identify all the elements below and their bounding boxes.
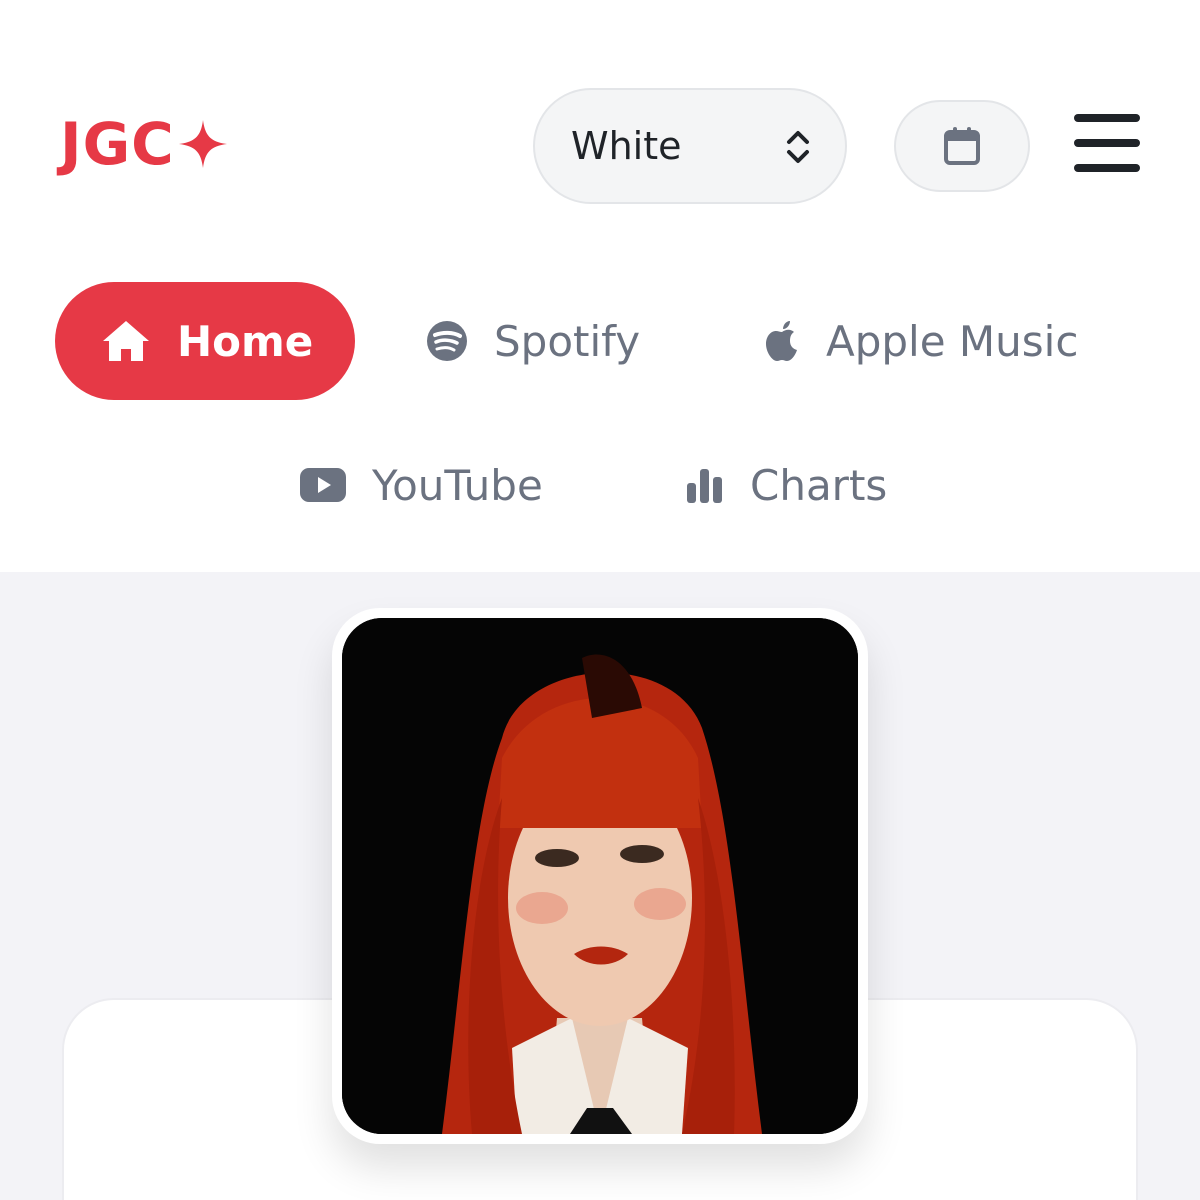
nav-item-label: Home: [177, 316, 314, 366]
calendar-button[interactable]: [894, 100, 1030, 192]
youtube-icon: [300, 468, 346, 502]
calendar-icon: [944, 127, 980, 165]
sparkle-icon: [178, 120, 227, 168]
site-logo[interactable]: JGC: [60, 110, 229, 178]
nav-item-spotify[interactable]: Spotify: [426, 282, 640, 400]
theme-select-value: White: [571, 124, 682, 168]
spotify-icon: [426, 320, 468, 362]
main-content: [0, 572, 1200, 1200]
nav-item-label: Apple Music: [826, 316, 1079, 366]
nav-item-youtube[interactable]: YouTube: [300, 426, 543, 544]
chevron-up-down-icon: [787, 131, 809, 163]
home-icon: [101, 319, 151, 363]
artist-artwork[interactable]: [332, 608, 868, 1144]
nav-item-charts[interactable]: Charts: [686, 426, 887, 544]
hamburger-menu-icon[interactable]: [1074, 114, 1140, 172]
menu-line: [1074, 164, 1140, 172]
theme-select[interactable]: White: [533, 88, 847, 204]
nav-item-label: Spotify: [494, 316, 641, 366]
menu-line: [1074, 114, 1140, 122]
nav-item-label: YouTube: [372, 460, 543, 510]
portrait-illustration: [342, 618, 858, 1134]
artwork-image: [342, 618, 858, 1134]
menu-line: [1074, 139, 1140, 147]
nav-item-label: Charts: [750, 460, 888, 510]
nav-item-apple-music[interactable]: Apple Music: [764, 282, 1078, 400]
logo-text: JGC: [60, 110, 175, 178]
nav-item-home[interactable]: Home: [55, 282, 355, 400]
site-header: JGC White Home Spotify Apple Music YouTu…: [0, 0, 1200, 572]
bar-chart-icon: [686, 467, 724, 503]
apple-icon: [764, 320, 800, 362]
